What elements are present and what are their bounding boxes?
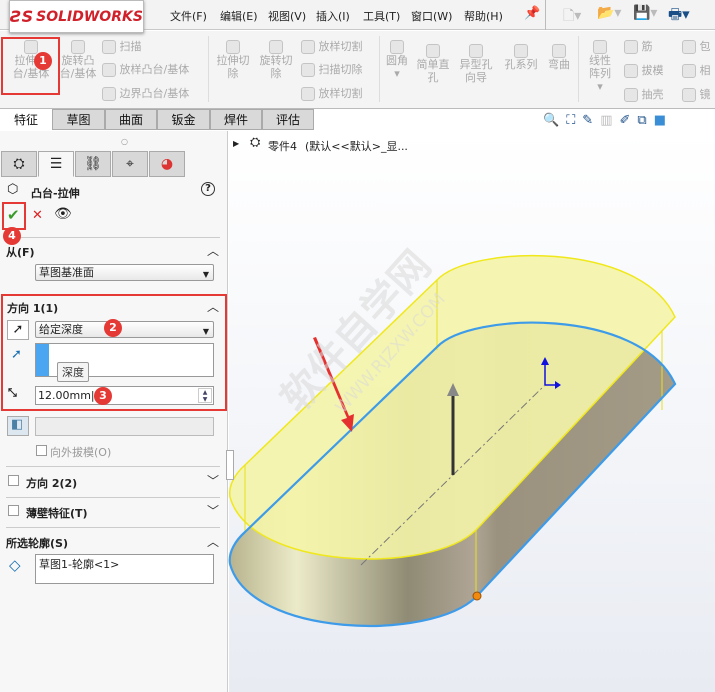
step-badge-3: 3 [94,387,112,405]
solidworks-logo[interactable]: ƧS SOLIDWORKS [9,0,144,33]
highlight-box-4 [2,202,26,230]
logo-text: SOLIDWORKS [36,8,143,25]
panel-collapse-handle[interactable] [226,450,234,480]
vertex-point[interactable] [472,591,482,601]
step-badge-1: 1 [34,52,52,70]
step-badge-4: 4 [3,227,21,245]
extrude-preview[interactable] [228,254,677,627]
step-badge-2: 2 [104,319,122,337]
highlight-box-direction1 [1,294,227,411]
highlight-box-1 [1,37,60,95]
